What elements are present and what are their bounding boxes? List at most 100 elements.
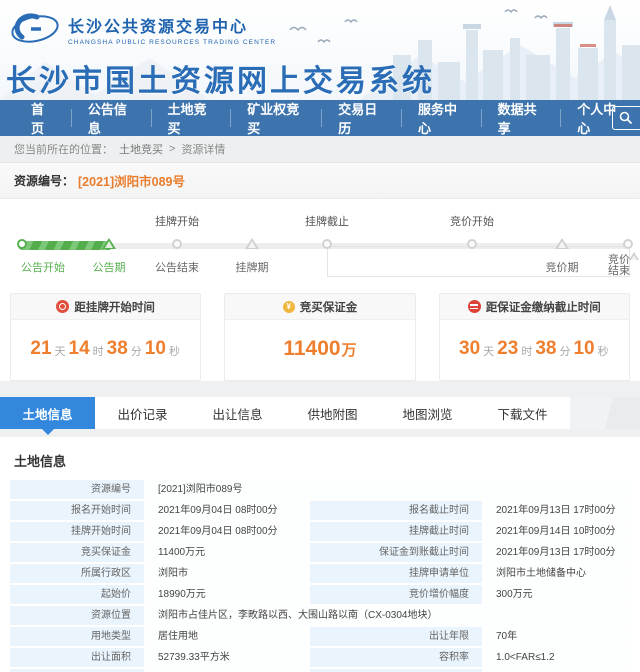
row-value: [2021]浏阳市089号: [146, 480, 630, 499]
row-label: 资源位置: [10, 606, 144, 625]
countdown-to-listing-card: 距挂牌开始时间 21天14时38分10秒: [10, 293, 201, 381]
row-label: 容积率: [310, 648, 482, 667]
timeline-node-bidding-end: [623, 239, 633, 249]
row-label: 出让面积: [10, 648, 144, 667]
logo-title: 长沙公共资源交易中心: [68, 13, 276, 37]
tab-download-files[interactable]: 下载文件: [475, 397, 570, 429]
card-header: ¥ 竞买保证金: [225, 294, 414, 320]
resource-number-value: [2021]浏阳市089号: [78, 171, 185, 190]
nav-item-data-sharing[interactable]: 数据共享: [481, 100, 561, 136]
nav-item-trade-calendar[interactable]: 交易日历: [321, 100, 401, 136]
tab-bid-records[interactable]: 出价记录: [95, 397, 190, 429]
deposit-deadline-card: 距保证金缴纳截止时间 30天23时38分10秒: [439, 293, 630, 381]
row-value: 居住用地: [146, 627, 308, 646]
row-value: 2021年09月13日 17时00分: [484, 543, 630, 562]
seconds-value: 10: [572, 338, 595, 360]
row-label: 挂牌申请单位: [310, 564, 482, 583]
row-value: 浏阳市土地储备中心: [484, 564, 630, 583]
timeline-progress-bar: [18, 241, 113, 250]
deposit-amount: 11400: [283, 337, 340, 361]
hours-value: 23: [496, 338, 519, 360]
coin-icon: ¥: [283, 301, 295, 313]
nav-item-mining-bidding[interactable]: 矿业权竞买: [230, 100, 321, 136]
deposit-value: 11400万: [225, 320, 414, 378]
countdown-value: 21天14时38分10秒: [11, 320, 200, 378]
timeline-label-listing-start: 挂牌开始: [155, 213, 199, 229]
timeline-range-box: [327, 246, 630, 277]
countdown-value: 30天23时38分10秒: [440, 320, 629, 378]
row-label: 资源编号: [10, 480, 144, 499]
tab-land-supply-map[interactable]: 供地附图: [285, 397, 380, 429]
logo-text-block: 长沙公共资源交易中心 CHANGSHA PUBLIC RESOURCES TRA…: [68, 13, 276, 46]
timeline-label-bidding-end: 竞价结束: [604, 255, 634, 277]
timeline-node-announce-end: [172, 239, 182, 249]
timeline-label-announce-start: 公告开始: [21, 259, 65, 275]
table-row: 竞买保证金 11400万元 保证金到账截止时间 2021年09月13日 17时0…: [10, 543, 630, 562]
seconds-unit: 秒: [596, 343, 611, 359]
timeline-node-bidding-start: [467, 239, 477, 249]
timeline-node-listing-deadline: [322, 239, 332, 249]
days-value: 30: [458, 338, 481, 360]
tab-land-info[interactable]: 土地信息: [0, 397, 95, 429]
row-value: 1.0<FAR≤1.2: [484, 648, 630, 667]
timeline-label-bidding-start: 竞价开始: [450, 213, 494, 229]
auction-timeline: 挂牌开始 挂牌截止 竞价开始 公告开始 公告期 公告结束 挂牌期 竞价期 竞价结…: [0, 199, 640, 293]
row-value: 11400万元: [146, 543, 308, 562]
row-value: 2021年09月04日 08时00分: [146, 522, 308, 541]
seconds-value: 10: [144, 338, 167, 360]
row-value: 52739.33平方米: [146, 648, 308, 667]
minutes-unit: 分: [557, 343, 572, 359]
row-value: 70年: [484, 627, 630, 646]
detail-tabs: 土地信息 出价记录 出让信息 供地附图 地图浏览 下载文件: [0, 397, 640, 429]
deadline-icon: [468, 300, 481, 313]
table-row: 用地类型 居住用地 出让年限 70年: [10, 627, 630, 646]
row-label: 保证金到账截止时间: [310, 543, 482, 562]
card-header: 距挂牌开始时间: [11, 294, 200, 320]
nav-item-land-bidding[interactable]: 土地竞买: [151, 100, 231, 136]
land-info-table: 资源编号 [2021]浏阳市089号 报名开始时间 2021年09月04日 08…: [10, 480, 630, 672]
timeline-label-bidding-period: 竞价期: [546, 259, 579, 275]
breadcrumb: 您当前所在的位置： 土地竞买 > 资源详情: [0, 136, 640, 163]
card-title: 距保证金缴纳截止时间: [486, 299, 601, 315]
timeline-label-announce-end: 公告结束: [155, 259, 199, 275]
card-header: 距保证金缴纳截止时间: [440, 294, 629, 320]
tab-strip-decoration: [570, 397, 640, 429]
spacer: [0, 381, 640, 397]
search-button[interactable]: [612, 106, 640, 130]
row-label: 报名开始时间: [10, 501, 144, 520]
timeline-label-listing-deadline: 挂牌截止: [305, 213, 349, 229]
search-icon: [618, 110, 634, 126]
breadcrumb-link-land-bidding[interactable]: 土地竞买: [119, 141, 163, 157]
nav-item-announcements[interactable]: 公告信息: [71, 100, 151, 136]
deposit-unit: 万: [342, 339, 357, 360]
table-row: 报名开始时间 2021年09月04日 08时00分 报名截止时间 2021年09…: [10, 501, 630, 520]
days-value: 21: [29, 338, 52, 360]
card-title: 距挂牌开始时间: [74, 299, 155, 315]
info-cards: 距挂牌开始时间 21天14时38分10秒 ¥ 竞买保证金 11400万 距保证金…: [0, 293, 640, 381]
timeline-marker-listing-period: [245, 238, 259, 249]
minutes-unit: 分: [129, 343, 144, 359]
tab-map-browse[interactable]: 地图浏览: [380, 397, 475, 429]
table-row: 资源位置 浏阳市占佳片区，李畋路以西、大围山路以南（CX-0304地块）: [10, 606, 630, 625]
row-value: 300万元: [484, 585, 630, 604]
page-title: 长沙市国土资源网上交易系统: [6, 56, 435, 100]
row-value: 18990万元: [146, 585, 308, 604]
resource-number-label: 资源编号：: [14, 172, 74, 189]
nav-item-home[interactable]: 首页: [14, 100, 71, 136]
timeline-label-announce-period: 公告期: [93, 259, 126, 275]
breadcrumb-prefix: 您当前所在的位置：: [14, 141, 113, 157]
timeline-marker-announce-period: [102, 238, 116, 249]
days-unit: 天: [481, 343, 496, 359]
nav-item-service-center[interactable]: 服务中心: [401, 100, 481, 136]
spacer: [0, 429, 640, 437]
row-label: 用地类型: [10, 627, 144, 646]
seconds-unit: 秒: [167, 343, 182, 359]
logo: 长沙公共资源交易中心 CHANGSHA PUBLIC RESOURCES TRA…: [10, 12, 276, 46]
tab-transfer-info[interactable]: 出让信息: [190, 397, 285, 429]
hours-unit: 时: [519, 343, 534, 359]
row-label: 竞价增价幅度: [310, 585, 482, 604]
hours-unit: 时: [91, 343, 106, 359]
row-label: 挂牌截止时间: [310, 522, 482, 541]
row-value: 浏阳市: [146, 564, 308, 583]
logo-subtitle: CHANGSHA PUBLIC RESOURCES TRADING CENTER: [68, 39, 276, 46]
